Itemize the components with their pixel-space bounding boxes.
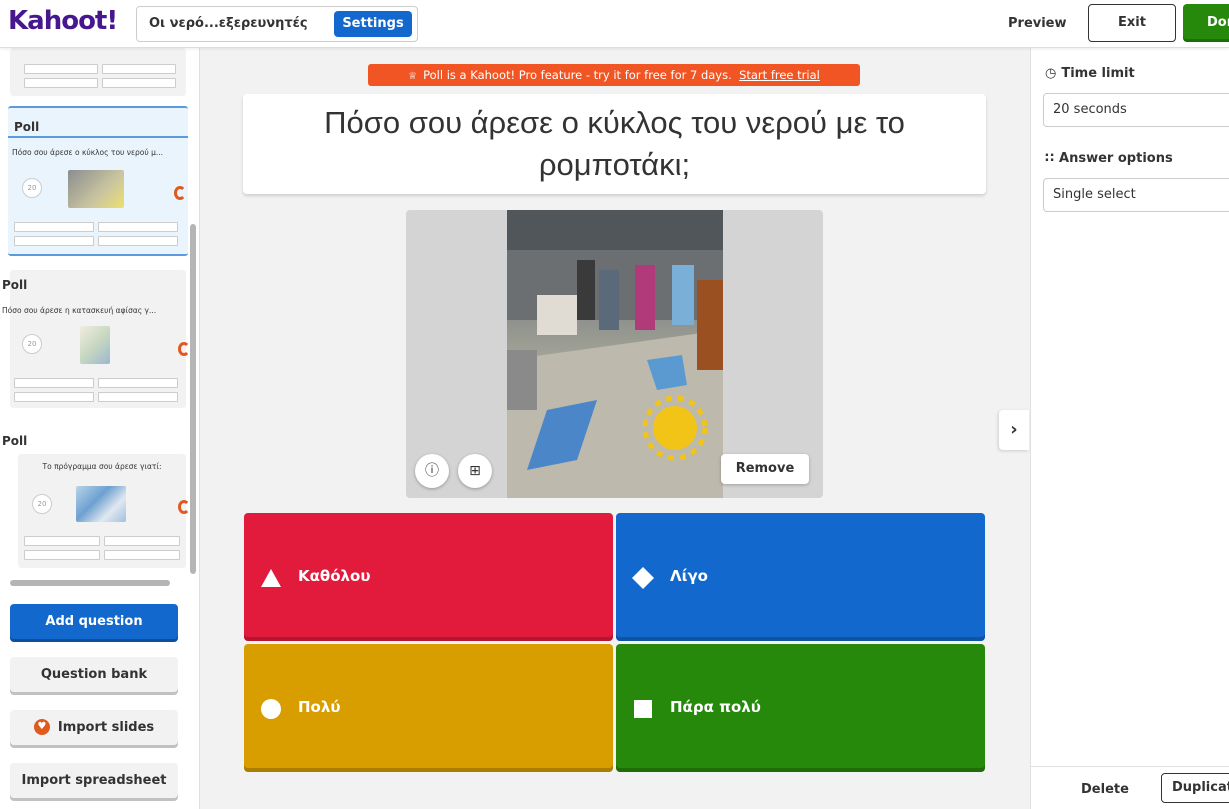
answer-option-4[interactable]: Πάρα πολύ bbox=[616, 644, 985, 772]
triangle-icon bbox=[261, 569, 281, 587]
slide-answer-placeholder bbox=[14, 392, 94, 402]
import-slides-label: Import slides bbox=[57, 720, 155, 735]
question-settings-panel: ◷ Time limit 20 seconds ∷ Answer options S… bbox=[1030, 48, 1229, 809]
done-button[interactable]: Done bbox=[1183, 4, 1229, 42]
answer-text: Λίγο bbox=[670, 567, 708, 585]
slide-divider bbox=[8, 136, 188, 138]
pro-feature-banner: ♕ Poll is a Kahoot! Pro feature - try it … bbox=[368, 64, 860, 86]
duplicate-button[interactable]: Duplicate bbox=[1161, 773, 1229, 803]
answer-options-select[interactable]: Single select bbox=[1043, 178, 1229, 212]
slide-preview: Το πρόγραμμα σου άρεσε γιατί: 20 bbox=[18, 454, 188, 568]
slide-timer: 20 bbox=[32, 494, 52, 514]
circle-icon bbox=[261, 699, 281, 719]
slide-type-label: Poll bbox=[2, 434, 28, 448]
answer-option-3[interactable]: Πολύ bbox=[244, 644, 613, 772]
slide-timer: 20 bbox=[22, 178, 42, 198]
slide-list-vertical-scrollbar[interactable] bbox=[190, 224, 196, 574]
import-slides-button[interactable]: ♥ Import slides bbox=[10, 710, 178, 748]
slide-list[interactable]: Poll Πόσο σου άρεσε ο κύκλος του νερού μ… bbox=[0, 48, 188, 588]
slide-item-3[interactable]: Poll Το πρόγραμμα σου άρεσε γιατί: 20 bbox=[2, 430, 188, 568]
kahoot-title-text: Οι νερό...εξερευνητές bbox=[149, 16, 308, 31]
time-limit-heading: ◷ Time limit bbox=[1045, 66, 1135, 81]
slide-timer: 20 bbox=[22, 334, 42, 354]
answer-options-label: Answer options bbox=[1059, 151, 1173, 166]
answer-text: Καθόλου bbox=[298, 567, 371, 585]
time-limit-label: Time limit bbox=[1061, 66, 1135, 81]
slide-answer-placeholder bbox=[14, 236, 94, 246]
diamond-icon bbox=[632, 567, 654, 589]
kahoot-title-field[interactable]: Οι νερό...εξερευνητές Settings bbox=[136, 6, 418, 42]
slide-answer-placeholder bbox=[24, 536, 100, 546]
slide-sidebar: Poll Πόσο σου άρεσε ο κύκλος του νερού μ… bbox=[0, 48, 200, 809]
slide-question-text: Πόσο σου άρεσε η κατασκευή αφίσας γ... bbox=[2, 306, 157, 315]
slide-type-label: Poll bbox=[14, 120, 40, 134]
panel-footer: Delete Duplicate bbox=[1031, 766, 1229, 809]
slide-answer-placeholder bbox=[104, 550, 180, 560]
slide-answer-placeholder bbox=[14, 222, 94, 232]
slide-card-partial[interactable] bbox=[10, 48, 186, 96]
delete-button[interactable]: Delete bbox=[1081, 782, 1129, 797]
slide-thumbnail bbox=[68, 170, 124, 208]
slide-answer-placeholder bbox=[98, 222, 178, 232]
chevron-right-icon[interactable]: › bbox=[999, 410, 1029, 450]
slide-answer-placeholder bbox=[24, 78, 98, 88]
top-bar: Kahoot! Οι νερό...εξερευνητές Settings P… bbox=[0, 0, 1229, 48]
slide-item-2[interactable]: Poll Πόσο σου άρεσε η κατασκευή αφίσας γ… bbox=[2, 270, 188, 408]
slide-answer-placeholder bbox=[98, 236, 178, 246]
import-spreadsheet-button[interactable]: Import spreadsheet bbox=[10, 763, 178, 801]
slide-answer-placeholder bbox=[102, 78, 176, 88]
answer-text: Πάρα πολύ bbox=[670, 698, 761, 716]
slide-answer-placeholder bbox=[98, 378, 178, 388]
slide-question-text: Πόσο σου άρεσε ο κύκλος του νερού μ... bbox=[12, 148, 164, 157]
square-icon bbox=[634, 700, 652, 718]
slide-type-label: Poll bbox=[2, 278, 28, 292]
poll-icon bbox=[174, 186, 186, 200]
slide-thumbnail bbox=[80, 326, 110, 364]
remove-image-button[interactable]: Remove bbox=[721, 454, 809, 484]
slide-answer-placeholder bbox=[102, 64, 176, 74]
crop-icon[interactable]: ⊞ bbox=[458, 454, 492, 488]
answer-options-heading: ∷ Answer options bbox=[1045, 151, 1173, 166]
answer-text: Πολύ bbox=[298, 698, 341, 716]
crown-icon: ♕ bbox=[408, 71, 418, 82]
info-icon[interactable]: ⓘ bbox=[415, 454, 449, 488]
classroom-photo bbox=[507, 210, 723, 498]
start-free-trial-link[interactable]: Start free trial bbox=[739, 68, 820, 82]
slide-thumbnail bbox=[76, 486, 126, 522]
slide-item-1[interactable]: Poll Πόσο σου άρεσε ο κύκλος του νερού μ… bbox=[8, 106, 188, 256]
kahoot-logo[interactable]: Kahoot! bbox=[8, 6, 118, 36]
poll-icon bbox=[178, 500, 188, 514]
question-image bbox=[507, 210, 723, 498]
answer-options-icon: ∷ bbox=[1045, 151, 1055, 166]
slide-list-horizontal-scrollbar[interactable] bbox=[10, 580, 170, 586]
slide-answer-placeholder bbox=[24, 550, 100, 560]
add-question-button[interactable]: Add question bbox=[10, 604, 178, 642]
slide-answer-placeholder bbox=[104, 536, 180, 546]
preview-button[interactable]: Preview bbox=[1008, 16, 1067, 31]
slide-answer-placeholder bbox=[14, 378, 94, 388]
poll-icon bbox=[178, 342, 188, 356]
question-bank-button[interactable]: Question bank bbox=[10, 657, 178, 695]
kahoot-import-icon: ♥ bbox=[33, 718, 50, 735]
slide-answer-placeholder bbox=[24, 64, 98, 74]
slide-question-text: Το πρόγραμμα σου άρεσε γιατί: bbox=[42, 462, 162, 471]
answer-option-2[interactable]: Λίγο bbox=[616, 513, 985, 641]
question-title-input[interactable]: Πόσο σου άρεσε ο κύκλος του νερού με το … bbox=[243, 94, 986, 194]
question-media: ⓘ ⊞ Remove bbox=[406, 210, 823, 498]
clock-icon: ◷ bbox=[1045, 66, 1057, 81]
slide-answer-placeholder bbox=[98, 392, 178, 402]
answer-option-1[interactable]: Καθόλου bbox=[244, 513, 613, 641]
exit-button[interactable]: Exit bbox=[1088, 4, 1176, 42]
settings-button[interactable]: Settings bbox=[334, 11, 412, 37]
time-limit-select[interactable]: 20 seconds bbox=[1043, 93, 1229, 127]
promo-text: Poll is a Kahoot! Pro feature - try it f… bbox=[423, 68, 732, 82]
